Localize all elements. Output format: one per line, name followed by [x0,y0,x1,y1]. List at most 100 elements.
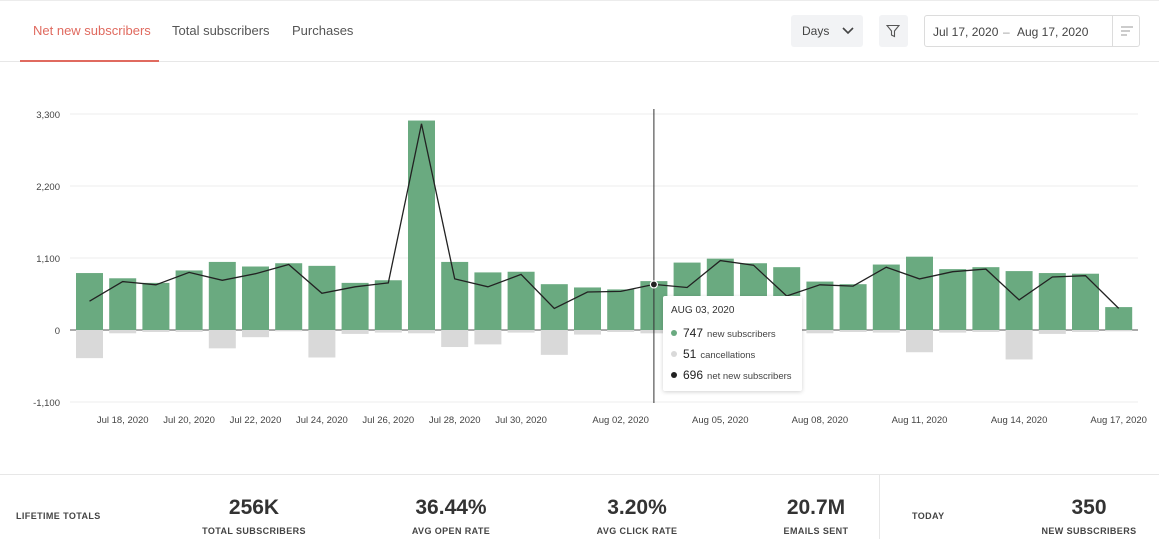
bar-new-subscribers [142,282,170,330]
tooltip-row-net: 696 net new subscribers [671,366,792,384]
bar-cancellations [507,330,535,333]
bar-new-subscribers [1105,307,1133,330]
bar-cancellations [540,330,568,355]
stat-avg-open-rate: 36.44% AVG OPEN RATE [371,496,531,536]
filter-button[interactable] [879,15,908,47]
tooltip-net-value: 696 [683,368,704,382]
x-tick-label: Aug 17, 2020 [1090,415,1147,426]
bar-new-subscribers [906,256,933,330]
date-separator: – [1003,25,1010,39]
bar-new-subscribers [1072,273,1099,330]
bar-new-subscribers [408,120,435,330]
bar-cancellations [341,330,369,334]
bar-cancellations [574,330,601,335]
bar-cancellations [441,330,469,348]
date-start[interactable]: Jul 17, 2020 [933,25,998,39]
x-tick-label: Jul 24, 2020 [296,415,348,426]
x-tick-label: Aug 14, 2020 [991,415,1048,426]
bar-new-subscribers [872,264,900,330]
lifetime-totals-label: LIFETIME TOTALS [16,511,101,521]
bar-cancellations [1072,330,1099,332]
y-tick-label: -1,100 [33,398,60,409]
y-tick-label: 2,200 [36,182,60,193]
stat-value: 36.44% [415,496,487,519]
x-tick-label: Jul 28, 2020 [429,415,481,426]
bar-new-subscribers [474,272,502,330]
bar-cancellations [1005,330,1033,360]
y-tick-label: 0 [55,326,60,337]
hover-point [649,280,659,289]
x-tick-label: Jul 18, 2020 [97,415,149,426]
tooltip-net-label: net new subscribers [707,371,792,382]
stat-label: AVG CLICK RATE [596,526,678,536]
y-tick-label: 1,100 [36,254,60,265]
tooltip-new-label: new subscribers [707,329,776,340]
bar-new-subscribers [972,267,1000,330]
today-label: TODAY [912,511,945,521]
bar-cancellations [474,330,502,345]
x-tick-label: Aug 08, 2020 [792,415,849,426]
stat-value: 256K [228,496,280,519]
x-tick-label: Aug 02, 2020 [592,415,649,426]
stat-emails-sent: 20.7M EMAILS SENT [736,496,896,536]
bar-cancellations [208,330,236,349]
tab-total-subscribers[interactable]: Total subscribers [172,23,270,38]
x-tick-label: Aug 05, 2020 [692,415,749,426]
bar-new-subscribers [308,265,336,330]
x-tick-label: Jul 26, 2020 [362,415,414,426]
tooltip-row-new: 747 new subscribers [671,324,776,342]
bar-new-subscribers [839,284,867,330]
stat-label: TOTAL SUBSCRIBERS [202,526,306,536]
bar-cancellations [175,330,203,332]
legend-dot-new [671,329,677,336]
bar-cancellations [1105,330,1133,332]
bar-cancellations [76,330,103,359]
granularity-select[interactable]: Days [791,15,863,47]
subscribers-chart[interactable]: 3,300 2,200 1,100 0 -1,100 Jul 18, 2020 Jul 20… [0,62,1159,474]
bar-new-subscribers [374,280,402,330]
stat-avg-click-rate: 3.20% AVG CLICK RATE [557,496,717,536]
stat-value: 350 [1071,496,1107,519]
bar-cancellations [806,330,834,334]
bar-cancellations [972,330,1000,332]
bar-new-subscribers [1038,273,1066,330]
x-tick-label: Jul 20, 2020 [163,415,215,426]
bar-cancellations [242,330,269,338]
bar-new-subscribers [208,261,236,330]
stat-label: EMAILS SENT [783,526,849,536]
x-tick-label: Jul 30, 2020 [495,415,547,426]
bar-new-subscribers [441,261,469,330]
date-range-picker[interactable]: Jul 17, 2020 – Aug 17, 2020 [924,15,1140,47]
x-tick-label: Aug 11, 2020 [892,415,948,426]
bar-cancellations [308,330,336,358]
stat-value: 20.7M [786,496,846,519]
tooltip-row-cancellations: 51 cancellations [671,345,755,363]
stat-total-subscribers: 256K TOTAL SUBSCRIBERS [174,496,334,536]
date-end[interactable]: Aug 17, 2020 [1017,25,1088,39]
bar-new-subscribers [939,269,967,330]
tab-purchases[interactable]: Purchases [292,23,353,38]
bar-cancellations [607,330,635,332]
tooltip-cancellations-label: cancellations [700,350,756,361]
bar-new-subscribers [507,271,535,330]
stat-today-new-subscribers: 350 NEW SUBSCRIBERS [1009,496,1159,536]
stat-label: AVG OPEN RATE [411,526,491,536]
bar-cancellations [872,330,900,333]
chevron-down-icon [842,27,854,35]
date-range-menu-button[interactable] [1112,16,1141,46]
bar-cancellations [109,330,137,334]
bar-new-subscribers [109,278,137,330]
bar-new-subscribers [76,273,103,330]
chart-tooltip: AUG 03, 2020 747 new subscribers 51 cancel… [663,296,802,391]
legend-dot-net [671,371,677,378]
bar-cancellations [906,330,933,353]
x-tick-label: Jul 22, 2020 [230,415,282,426]
legend-dot-cancellations [671,350,677,357]
bar-cancellations [142,330,170,332]
tooltip-new-value: 747 [683,326,704,340]
bar-cancellations [408,330,435,334]
bar-cancellations [275,330,303,332]
y-tick-label: 3,300 [36,110,60,121]
menu-lines-icon [1121,26,1133,36]
tab-net-new-subscribers[interactable]: Net new subscribers [33,23,151,38]
